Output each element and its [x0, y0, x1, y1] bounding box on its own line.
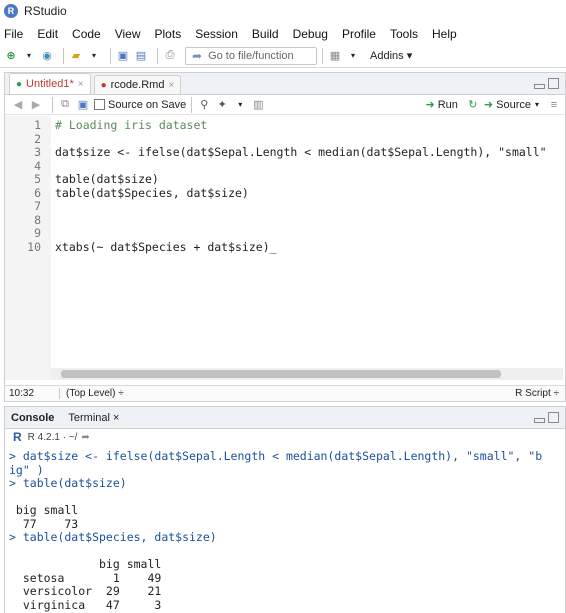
minimize-icon[interactable]	[534, 418, 545, 423]
tab-untitled1[interactable]: ● Untitled1* ×	[9, 73, 91, 94]
dropdown-icon[interactable]: ▾	[22, 49, 36, 63]
tab-rcode-rmd[interactable]: ● rcode.Rmd ×	[93, 75, 182, 94]
goto-placeholder: Go to file/function	[208, 49, 294, 62]
magic-wand-icon[interactable]: ✦	[215, 98, 229, 112]
editor-status-bar: 10:32 (Top Level) ÷ R Script ÷	[5, 385, 565, 401]
goto-dir-icon[interactable]: ➦	[81, 432, 89, 443]
menu-session[interactable]: Session	[195, 27, 238, 41]
toolbar-divider	[157, 47, 158, 64]
menu-tools[interactable]: Tools	[390, 27, 418, 41]
toolbar-divider	[191, 96, 193, 113]
console-info-bar: R R 4.2.1 · ~/ ➦	[5, 429, 565, 445]
outline-menu-icon[interactable]: ≡	[547, 98, 561, 112]
editor-toolbar: ◀ ▶ ⧉ ▣ Source on Save ⚲ ✦ ▾ ▥ ➜ Run ↻ ➜…	[5, 95, 565, 115]
run-arrow-icon: ➜	[425, 99, 435, 111]
print-icon[interactable]: ⎙	[163, 49, 177, 63]
rmd-file-icon: ●	[100, 79, 107, 91]
menu-profile[interactable]: Profile	[342, 27, 376, 41]
pane-window-controls	[534, 78, 559, 89]
run-controls: ➜ Run ↻ ➜ Source ▾ ≡	[426, 98, 566, 112]
console-line: setosa 1 49	[9, 570, 162, 585]
tab-console[interactable]: Console	[11, 412, 54, 424]
console-line: ig" )	[9, 462, 44, 477]
dropdown-icon[interactable]: ▾	[535, 100, 539, 109]
console-line: > dat$size <- ifelse(dat$Sepal.Length < …	[9, 449, 543, 463]
console-line: virginica 47 3	[9, 597, 162, 612]
dropdown-icon[interactable]: ▾	[233, 98, 247, 112]
toolbar-divider	[52, 96, 53, 113]
goto-file-input[interactable]: ➦ Go to file/function	[185, 46, 317, 65]
new-project-icon[interactable]: ◉	[40, 49, 54, 63]
r-file-icon: ●	[16, 78, 23, 90]
source-label: Source	[496, 98, 531, 111]
console-line: > table(dat$size)	[9, 476, 127, 490]
title-bar: R RStudio	[0, 0, 566, 22]
menu-build[interactable]: Build	[252, 27, 279, 41]
menu-code[interactable]: Code	[72, 27, 101, 41]
new-file-icon[interactable]: ⊕	[4, 49, 18, 63]
open-folder-icon[interactable]: ▰	[69, 49, 83, 63]
document-outline-icon[interactable]: ▥	[251, 98, 265, 112]
save-all-icon[interactable]: ▤	[134, 49, 148, 63]
console-line: big small	[9, 557, 162, 571]
menu-debug[interactable]: Debug	[293, 27, 328, 41]
console-line: big small	[9, 503, 79, 517]
maximize-icon[interactable]	[548, 412, 559, 423]
tab-label: Untitled1*	[26, 78, 74, 90]
back-arrow-icon[interactable]: ◀	[11, 98, 25, 112]
toolbar-divider	[322, 47, 323, 64]
console-pane: Console Terminal × R R 4.2.1 · ~/ ➦ > da…	[4, 406, 566, 613]
run-button[interactable]: ➜ Run	[425, 98, 458, 112]
save-icon[interactable]: ▣	[76, 98, 90, 112]
toolbar-divider	[110, 47, 111, 64]
console-line: > table(dat$Species, dat$size)	[9, 530, 217, 544]
console-line: 77 73	[9, 516, 79, 531]
source-on-save-checkbox[interactable]	[94, 99, 105, 110]
menu-edit[interactable]: Edit	[37, 27, 58, 41]
console-tabbar: Console Terminal ×	[5, 407, 565, 429]
rstudio-logo-icon: R	[4, 4, 18, 18]
forward-arrow-icon[interactable]: ▶	[29, 98, 43, 112]
dropdown-icon[interactable]: ▾	[346, 49, 360, 63]
addins-menu[interactable]: Addins ▾	[370, 49, 412, 62]
cursor-position: 10:32	[9, 388, 35, 399]
filetype-selector[interactable]: R Script ÷	[515, 388, 559, 399]
save-icon[interactable]: ▣	[116, 49, 130, 63]
pane-window-controls	[534, 412, 559, 423]
tab-label: rcode.Rmd	[110, 79, 165, 91]
source-button[interactable]: ➜ Source ▾	[483, 98, 539, 112]
rerun-icon[interactable]: ↻	[466, 98, 480, 112]
search-icon[interactable]: ⚲	[197, 98, 211, 112]
r-version-path: R 4.2.1 · ~/	[27, 431, 78, 443]
scope-selector[interactable]: (Top Level) ÷	[59, 388, 124, 399]
horizontal-scrollbar[interactable]	[51, 368, 563, 380]
console-line: versicolor 29 21	[9, 584, 162, 598]
r-logo-icon: R	[13, 430, 22, 444]
maximize-icon[interactable]	[548, 78, 559, 89]
menu-help[interactable]: Help	[432, 27, 457, 41]
source-tabbar: ● Untitled1* × ● rcode.Rmd ×	[5, 73, 565, 95]
main-toolbar: ⊕ ▾ ◉ ▰ ▾ ▣ ▤ ⎙ ➦ Go to file/function ▦ …	[0, 44, 566, 68]
window-title: RStudio	[24, 4, 67, 18]
tab-terminal[interactable]: Terminal ×	[68, 412, 119, 424]
run-label: Run	[437, 98, 458, 111]
source-on-save-label: Source on Save	[108, 98, 187, 111]
grid-layout-icon[interactable]: ▦	[328, 49, 342, 63]
menu-plots[interactable]: Plots	[155, 27, 182, 41]
show-in-window-icon[interactable]: ⧉	[58, 98, 72, 112]
menu-view[interactable]: View	[115, 27, 141, 41]
source-arrow-icon: ➜	[483, 99, 494, 111]
minimize-icon[interactable]	[534, 84, 545, 89]
menu-file[interactable]: File	[4, 27, 23, 41]
menu-bar: File Edit Code View Plots Session Build …	[0, 24, 566, 44]
dropdown-icon[interactable]: ▾	[87, 49, 101, 63]
source-pane: ● Untitled1* × ● rcode.Rmd × ◀ ▶ ⧉ ▣ Sou…	[4, 72, 566, 402]
toolbar-divider	[63, 47, 64, 64]
goto-arrow-icon: ➦	[192, 48, 203, 63]
close-icon[interactable]: ×	[168, 80, 174, 91]
code-editor[interactable]: 1 # Loading iris dataset 2 3 dat$size <- i…	[5, 116, 565, 380]
scrollbar-thumb[interactable]	[61, 370, 501, 378]
close-icon[interactable]: ×	[78, 79, 84, 90]
